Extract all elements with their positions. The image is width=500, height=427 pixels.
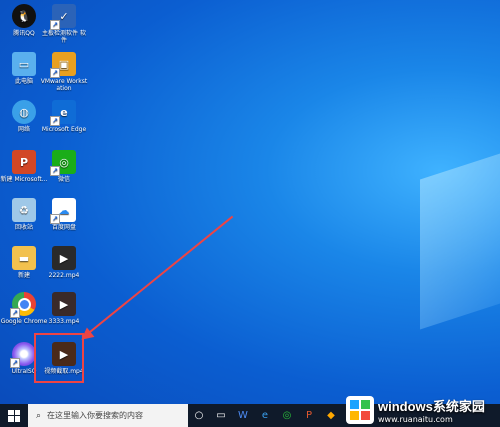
watermark: windows系统家园 www.ruanaitu.com	[346, 394, 496, 426]
desktop-icon-mainboard[interactable]: ✓ ↗ 主板检测软件 软件	[40, 4, 88, 44]
search-icon: ⌕	[36, 410, 42, 421]
windows-logo-icon	[346, 396, 374, 424]
desktop-icon-label: 2222.mp4	[48, 272, 80, 279]
computer-icon: ▭	[12, 52, 36, 76]
task-view-icon[interactable]: ▭	[210, 404, 232, 427]
recycle-bin-icon: ♻	[12, 198, 36, 222]
edge-icon: e ↗	[50, 100, 76, 126]
chrome-icon: ↗	[10, 292, 36, 318]
powerpoint-taskbar-icon[interactable]: P	[298, 404, 320, 427]
desktop-icon-edge[interactable]: e ↗ Microsoft Edge	[40, 100, 88, 133]
watermark-main-text: windows系统家园	[378, 399, 485, 414]
watermark-sub-text: www.ruanaitu.com	[378, 415, 453, 424]
edge-taskbar-icon[interactable]: e	[254, 404, 276, 427]
search-placeholder: 在这里输入你要搜索的内容	[47, 411, 144, 420]
word-icon[interactable]: W	[232, 404, 254, 427]
desktop-icon-label: 主板检测软件 软件	[42, 30, 86, 44]
cortana-icon[interactable]: ○	[188, 404, 210, 427]
desktop-icon-video-3333[interactable]: ▶ 3333.mp4	[40, 292, 88, 325]
app-taskbar-icon[interactable]: ◆	[320, 404, 342, 427]
wechat-icon: ◎ ↗	[50, 150, 76, 176]
shield-icon: ✓ ↗	[50, 4, 76, 30]
desktop-icon-label: VMware Workstation	[40, 78, 88, 92]
baidu-netdisk-icon: ☁ ↗	[50, 198, 76, 224]
video-file-icon: ▶	[52, 292, 76, 316]
desktop-icon-wechat[interactable]: ◎ ↗ 微信	[40, 150, 88, 183]
vmware-icon: ▣ ↗	[50, 52, 76, 78]
desktop-icon-label: 3333.mp4	[48, 318, 80, 325]
desktop-icon-vmware[interactable]: ▣ ↗ VMware Workstation	[40, 52, 88, 92]
desktop-icon-baidu-netdisk[interactable]: ☁ ↗ 百度网盘	[40, 198, 88, 231]
desktop-icon-label: 微信	[57, 176, 70, 183]
video-file-icon: ▶	[52, 246, 76, 270]
desktop-icon-video-2222[interactable]: ▶ 2222.mp4	[40, 246, 88, 279]
desktop-icon-label: 百度网盘	[51, 224, 76, 231]
folder-icon: ▬	[12, 246, 36, 270]
qq-icon: 🐧	[12, 4, 36, 28]
wechat-taskbar-icon[interactable]: ◎	[276, 404, 298, 427]
ultraiso-icon: ↗	[10, 342, 36, 368]
wallpaper-light-beam	[420, 140, 500, 330]
powerpoint-icon: P	[12, 150, 36, 174]
windows-logo-icon	[8, 409, 20, 422]
taskbar-search-box[interactable]: ⌕ 在这里输入你要搜索的内容	[28, 404, 188, 427]
arrow-line	[84, 215, 234, 337]
highlight-box	[34, 333, 84, 383]
desktop-icon-label: Microsoft Edge	[41, 126, 87, 133]
network-icon: ◍	[12, 100, 36, 124]
start-button[interactable]	[0, 404, 28, 427]
